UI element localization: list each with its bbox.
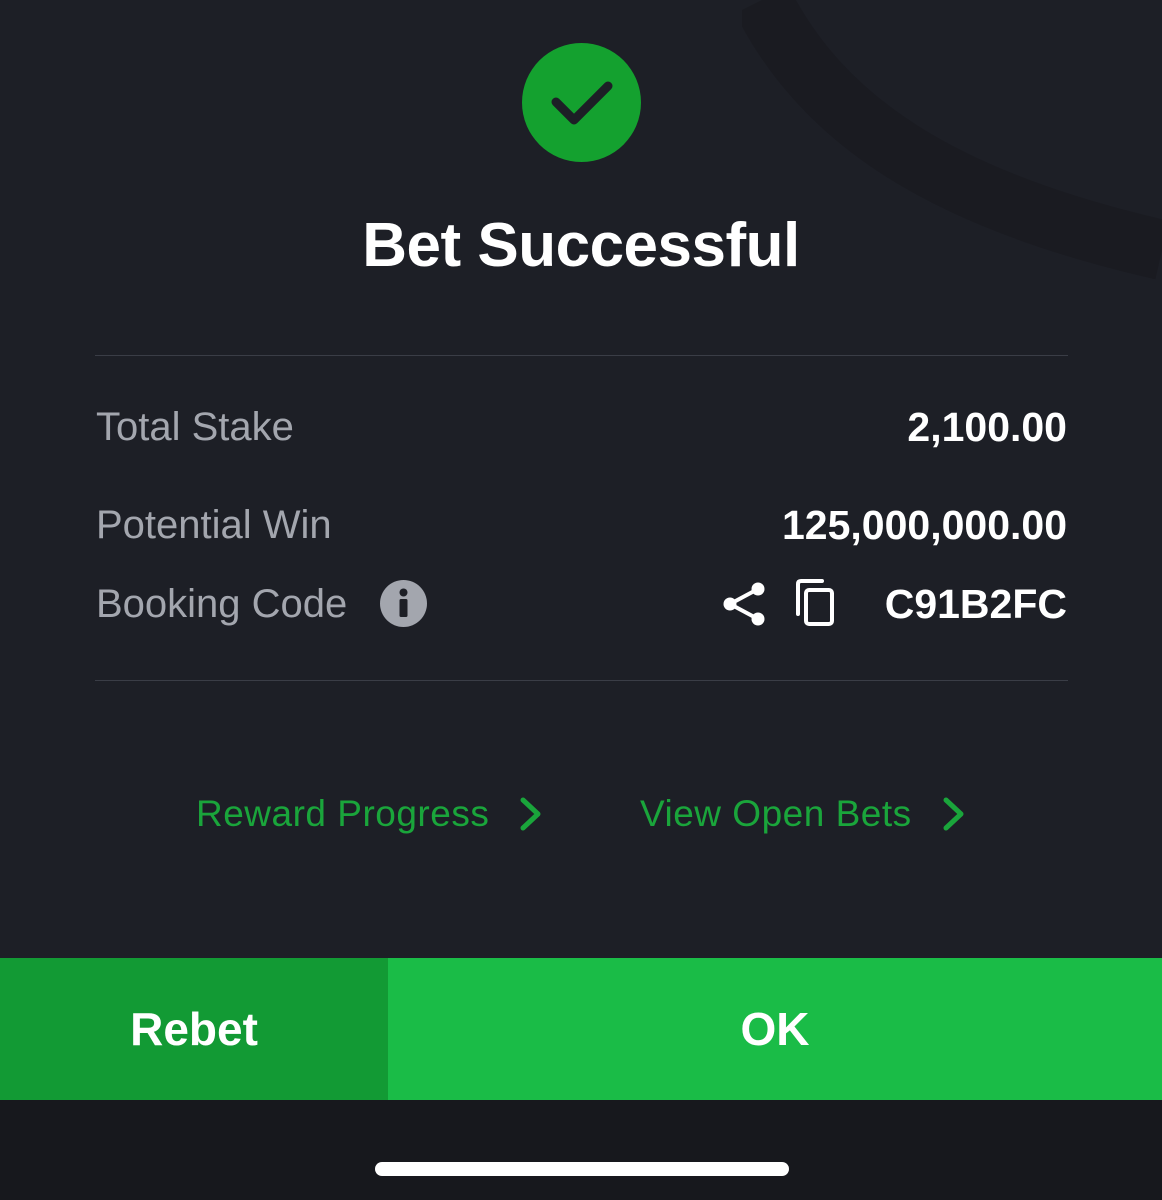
bet-success-screen: Bet Successful Total Stake 2,100.00 Pote… xyxy=(0,0,1162,1200)
copy-icon[interactable] xyxy=(792,578,840,630)
view-open-bets-label: View Open Bets xyxy=(640,793,912,834)
booking-code-value[interactable]: C91B2FC xyxy=(885,581,1067,628)
share-icon[interactable] xyxy=(720,580,768,628)
potential-win-label: Potential Win xyxy=(96,503,332,547)
rebet-button[interactable]: Rebet xyxy=(0,958,388,1100)
success-check-badge xyxy=(522,43,641,162)
system-bottom-bar xyxy=(0,1100,1162,1200)
total-stake-label: Total Stake xyxy=(96,405,294,449)
total-stake-value: 2,100.00 xyxy=(907,404,1067,450)
chevron-right-icon xyxy=(943,797,964,831)
reward-progress-label: Reward Progress xyxy=(196,793,490,834)
check-icon xyxy=(551,81,612,124)
ok-button[interactable]: OK xyxy=(388,958,1162,1100)
potential-win-value: 125,000,000.00 xyxy=(782,502,1067,548)
ok-button-label: OK xyxy=(740,1003,810,1055)
booking-code-label: Booking Code xyxy=(96,582,348,626)
top-divider xyxy=(95,355,1068,356)
home-indicator[interactable] xyxy=(375,1162,789,1176)
info-icon[interactable] xyxy=(380,580,427,627)
rebet-button-label: Rebet xyxy=(130,1003,258,1055)
reward-progress-link[interactable]: Reward Progress xyxy=(196,793,543,835)
bottom-divider xyxy=(95,680,1068,681)
view-open-bets-link[interactable]: View Open Bets xyxy=(640,793,966,835)
chevron-right-icon xyxy=(520,797,541,831)
page-title: Bet Successful xyxy=(362,211,800,280)
